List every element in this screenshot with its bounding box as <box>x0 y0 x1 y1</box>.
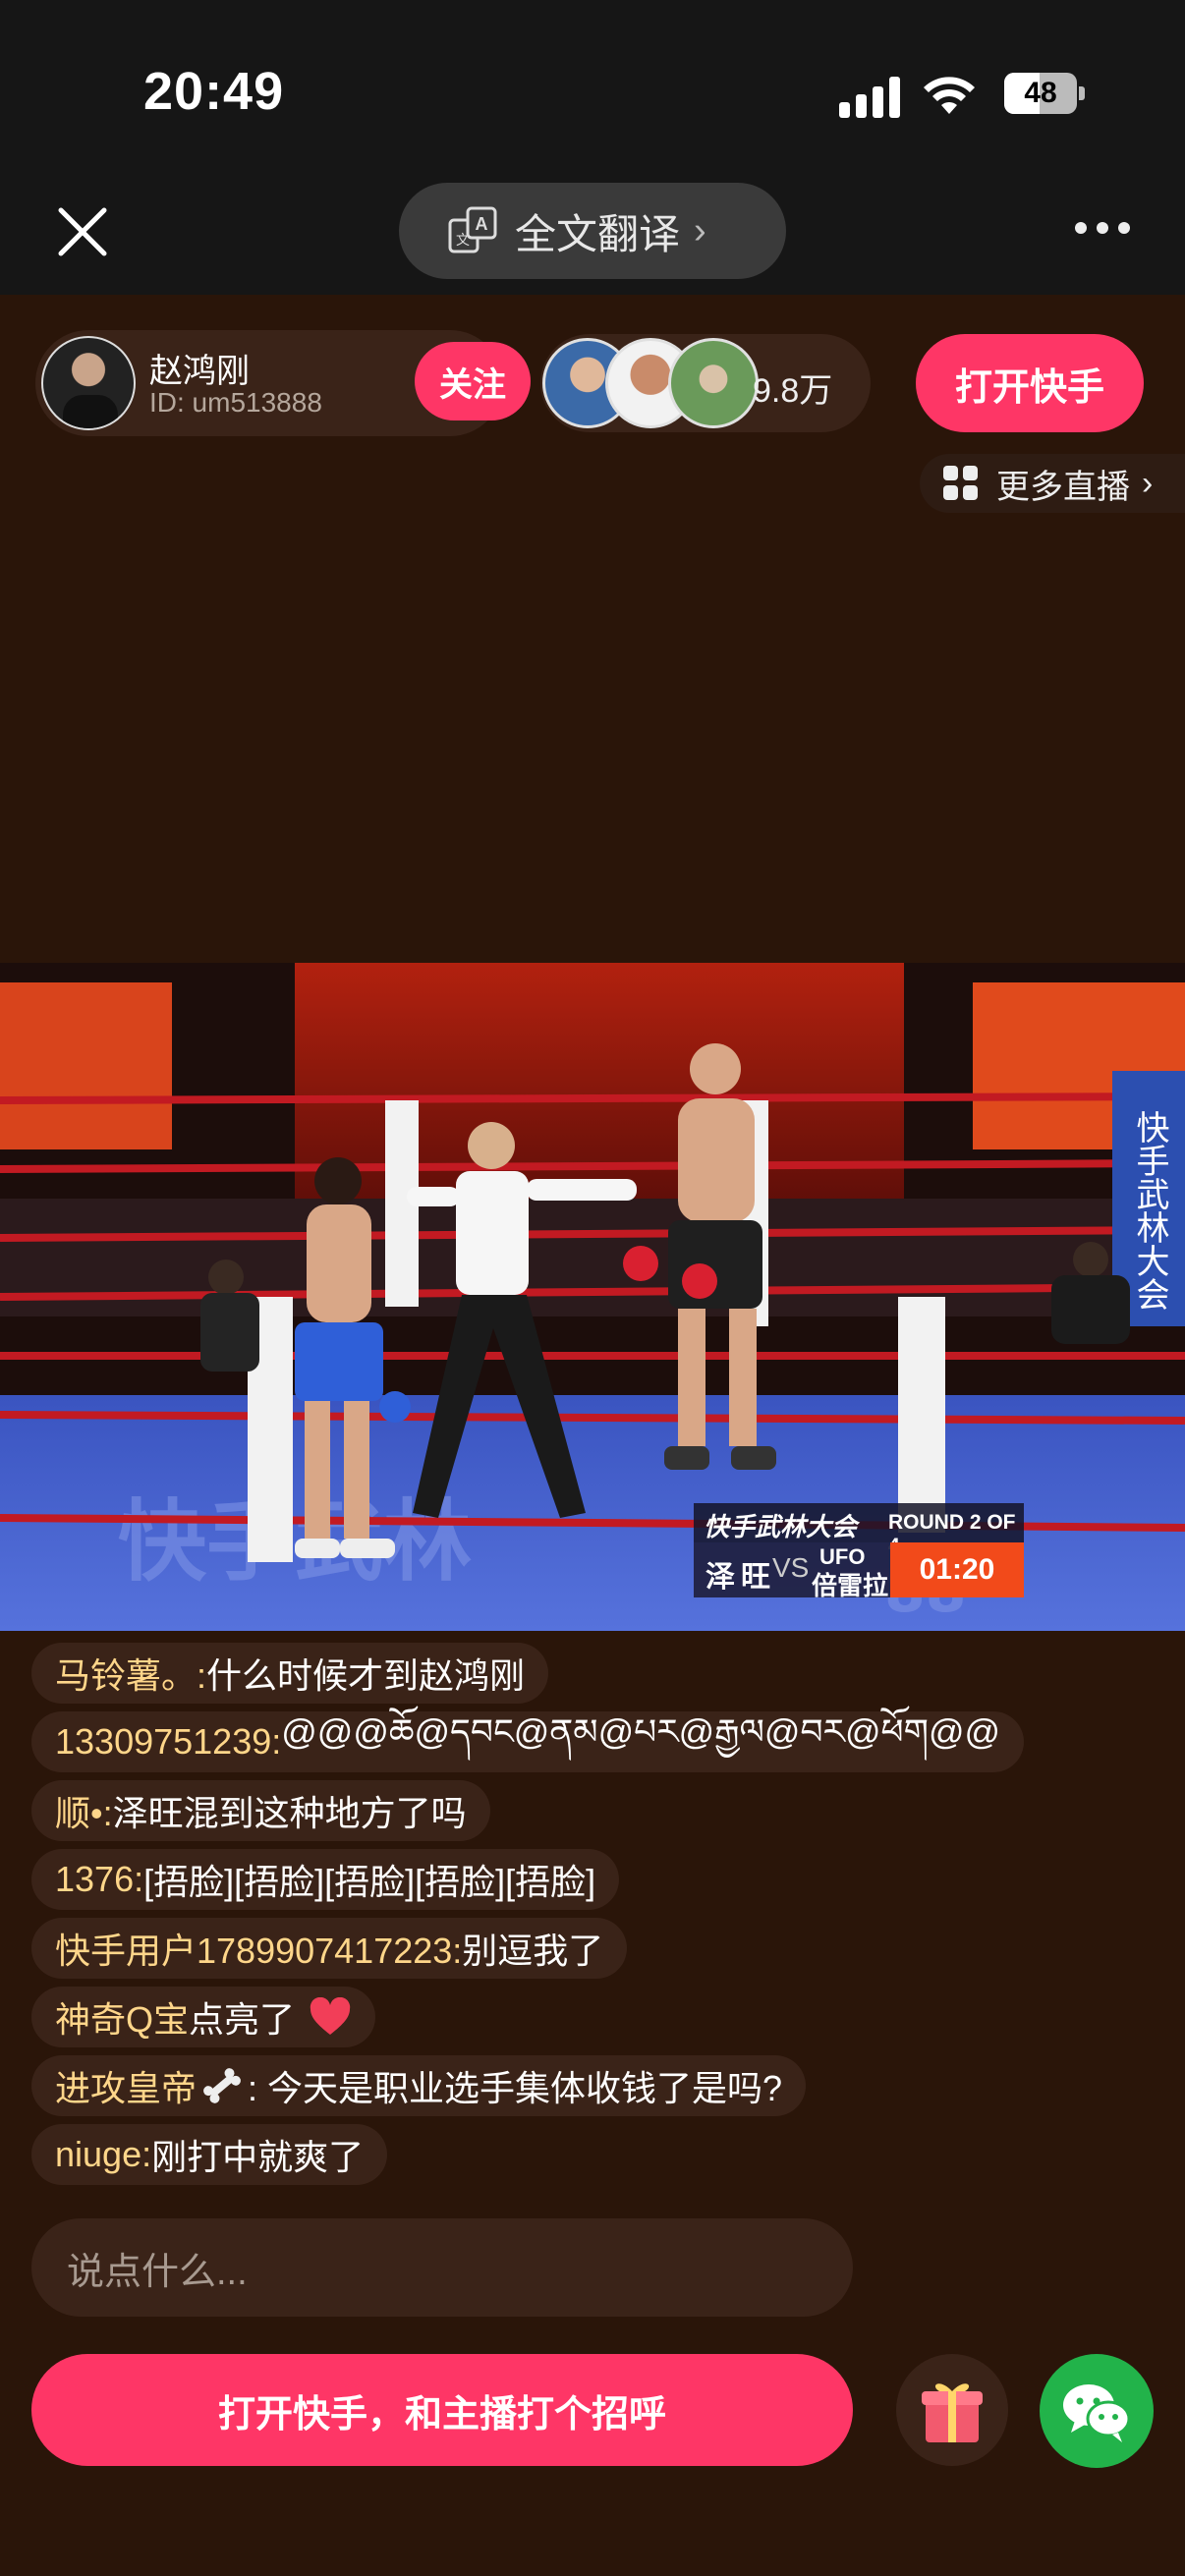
comment-user[interactable]: niuge: <box>55 2134 151 2175</box>
more-options-icon[interactable] <box>1075 222 1130 238</box>
round-timer: 01:20 <box>890 1542 1024 1597</box>
comment-text: @@@ཆོ@དབང@ནམ@པར@རྒྱལ@བར@ཕོག@@ <box>281 1711 1001 1752</box>
chevron-right-icon: › <box>1142 464 1154 502</box>
comment-text: 刚打中就爽了 <box>151 2137 365 2177</box>
heart-icon <box>310 1997 351 2035</box>
more-live-label: 更多直播 <box>996 468 1130 506</box>
cellular-signal-icon <box>839 77 900 118</box>
comment-text: 泽旺混到这种地方了吗 <box>112 1793 467 1833</box>
translate-icon: A 文 <box>448 206 497 253</box>
comment-input[interactable]: 说点什么... <box>31 2218 853 2317</box>
host-info[interactable]: 赵鸿刚 ID: um513888 关注 <box>35 330 531 436</box>
comment-item[interactable]: niuge: 刚打中就爽了 <box>31 2124 388 2185</box>
comment-text: 点亮了 <box>189 1999 296 2040</box>
comment-item[interactable]: 进攻皇帝 : 今天是职业选手集体收钱了是吗? <box>31 2055 807 2116</box>
comment-text: [捂脸][捂脸][捂脸][捂脸][捂脸] <box>143 1862 596 1902</box>
wifi-icon <box>924 77 975 114</box>
comment-user[interactable]: 1376: <box>55 1859 143 1900</box>
comment-item[interactable]: 顺•: 泽旺混到这种地方了吗 <box>31 1780 490 1841</box>
status-time: 20:49 <box>143 62 285 121</box>
comment-user[interactable]: 神奇Q宝 <box>55 1991 189 2043</box>
svg-text:快手武林大会: 快手武林大会 <box>1130 1110 1169 1311</box>
comment-user[interactable]: 顺•: <box>55 1785 113 1836</box>
wechat-icon <box>1063 2384 1131 2442</box>
close-icon[interactable] <box>53 202 112 261</box>
comment-item[interactable]: 13309751239: @@@ཆོ@དབང@ནམ@པར@རྒྱལ@བར@ཕོག… <box>31 1711 1025 1772</box>
follow-button[interactable]: 关注 <box>415 342 531 420</box>
top-zone: 20:49 48 A 文 全文翻译 › <box>0 0 1185 295</box>
viewer-count: 9.8万 <box>753 372 833 410</box>
bone-icon <box>203 2068 241 2103</box>
viewer-avatar[interactable] <box>668 338 759 428</box>
viewers-list[interactable]: 9.8万 <box>540 334 871 432</box>
grid-icon <box>943 466 979 501</box>
fighter-1-name: 泽旺 <box>705 1561 776 1594</box>
comment-item[interactable]: 神奇Q宝 点亮了 <box>31 1987 376 2047</box>
battery-level: 48 <box>1024 77 1057 109</box>
scoreboard: 快手武林大会 ROUND 2 OF 4 泽旺 VS UFO 倍雷拉 01:20 <box>694 1503 1024 1600</box>
host-name: 赵鸿刚 <box>149 353 250 390</box>
comment-item[interactable]: 快手用户1789907417223: 别逗我了 <box>31 1918 628 1979</box>
host-id: ID: um513888 <box>149 387 322 418</box>
event-name: 快手武林大会 <box>704 1512 858 1541</box>
comment-item[interactable]: 1376: [捂脸][捂脸][捂脸][捂脸][捂脸] <box>31 1849 620 1910</box>
comment-user[interactable]: 快手用户1789907417223: <box>55 1923 462 1974</box>
greet-host-button[interactable]: 打开快手，和主播打个招呼 <box>31 2354 853 2466</box>
svg-text:文: 文 <box>456 233 470 249</box>
translate-button[interactable]: A 文 全文翻译 › <box>399 183 786 279</box>
open-app-button[interactable]: 打开快手 <box>916 334 1144 432</box>
comment-user[interactable]: 13309751239: <box>55 1721 281 1763</box>
comment-user[interactable]: 马铃薯。: <box>55 1648 206 1699</box>
comment-text: 别逗我了 <box>462 1931 604 1971</box>
fighter-2-name: 倍雷拉 <box>812 1571 889 1600</box>
more-live-button[interactable]: 更多直播 › <box>920 454 1185 513</box>
comment-user[interactable]: 进攻皇帝 <box>55 2060 197 2111</box>
translate-label: 全文翻译 <box>515 210 681 257</box>
host-avatar[interactable] <box>41 336 136 430</box>
battery-icon: 48 <box>1004 73 1085 114</box>
svg-text:A: A <box>476 214 488 234</box>
chevron-right-icon: › <box>694 209 706 252</box>
gift-icon <box>922 2383 983 2442</box>
wechat-share-button[interactable] <box>1040 2354 1154 2468</box>
gift-button[interactable] <box>896 2354 1008 2466</box>
vs-label: VS <box>772 1552 810 1583</box>
comment-text: : 今天是职业选手集体收钱了是吗? <box>248 2068 783 2108</box>
